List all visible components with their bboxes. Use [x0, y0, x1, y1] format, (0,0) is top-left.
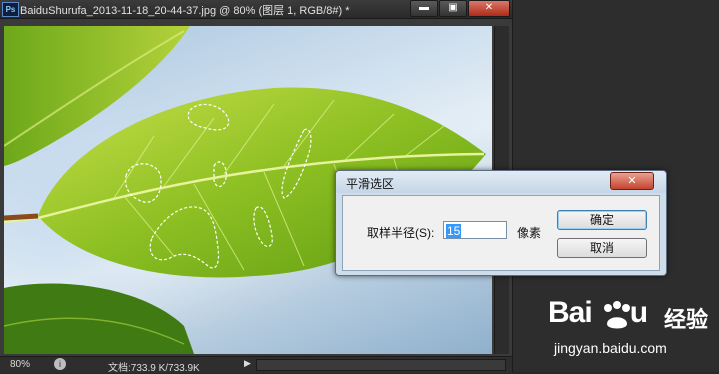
sample-radius-label: 取样半径(S): — [367, 226, 435, 240]
ok-button[interactable]: 确定 — [557, 210, 647, 230]
photoshop-icon: Ps — [2, 2, 19, 17]
dialog-titlebar[interactable]: 平滑选区 ✕ — [336, 171, 666, 193]
minimize-button[interactable]: ▬ — [410, 0, 438, 17]
sample-radius-value: 15 — [446, 224, 462, 238]
status-menu-arrow-icon[interactable]: ▶ — [244, 358, 251, 369]
smooth-selection-dialog: 平滑选区 ✕ 取样半径(S): 15 像素 确定 取消 — [335, 170, 667, 276]
watermark-url: jingyan.baidu.com — [554, 340, 667, 356]
dialog-close-button[interactable]: ✕ — [610, 172, 654, 190]
lower-left-leaf — [4, 283, 194, 354]
dialog-title: 平滑选区 — [346, 177, 395, 191]
status-info-icon[interactable]: i — [54, 358, 66, 370]
baidu-jingyan-watermark: Bai u 经验 jingyan.baidu.com — [548, 296, 718, 370]
document-title: BaiduShurufa_2013-11-18_20-44-37.jpg @ 8… — [20, 5, 350, 17]
dialog-body: 取样半径(S): 15 像素 确定 取消 — [342, 195, 660, 271]
sample-radius-input[interactable]: 15 — [443, 221, 507, 239]
document-titlebar[interactable]: Ps BaiduShurufa_2013-11-18_20-44-37.jpg … — [0, 0, 512, 19]
maximize-button[interactable]: ▣ — [439, 0, 467, 17]
pixels-unit-label: 像素 — [517, 226, 542, 240]
baidu-paw-icon — [604, 301, 630, 329]
watermark-cn-text: 经验 — [664, 308, 709, 333]
zoom-level[interactable]: 80% — [10, 359, 30, 370]
cancel-button[interactable]: 取消 — [557, 238, 647, 258]
horizontal-scrollbar[interactable] — [256, 359, 506, 371]
status-bar: 80% i 文档:733.9 K/733.9K ▶ — [0, 356, 512, 374]
close-button[interactable]: ✕ — [468, 0, 510, 17]
